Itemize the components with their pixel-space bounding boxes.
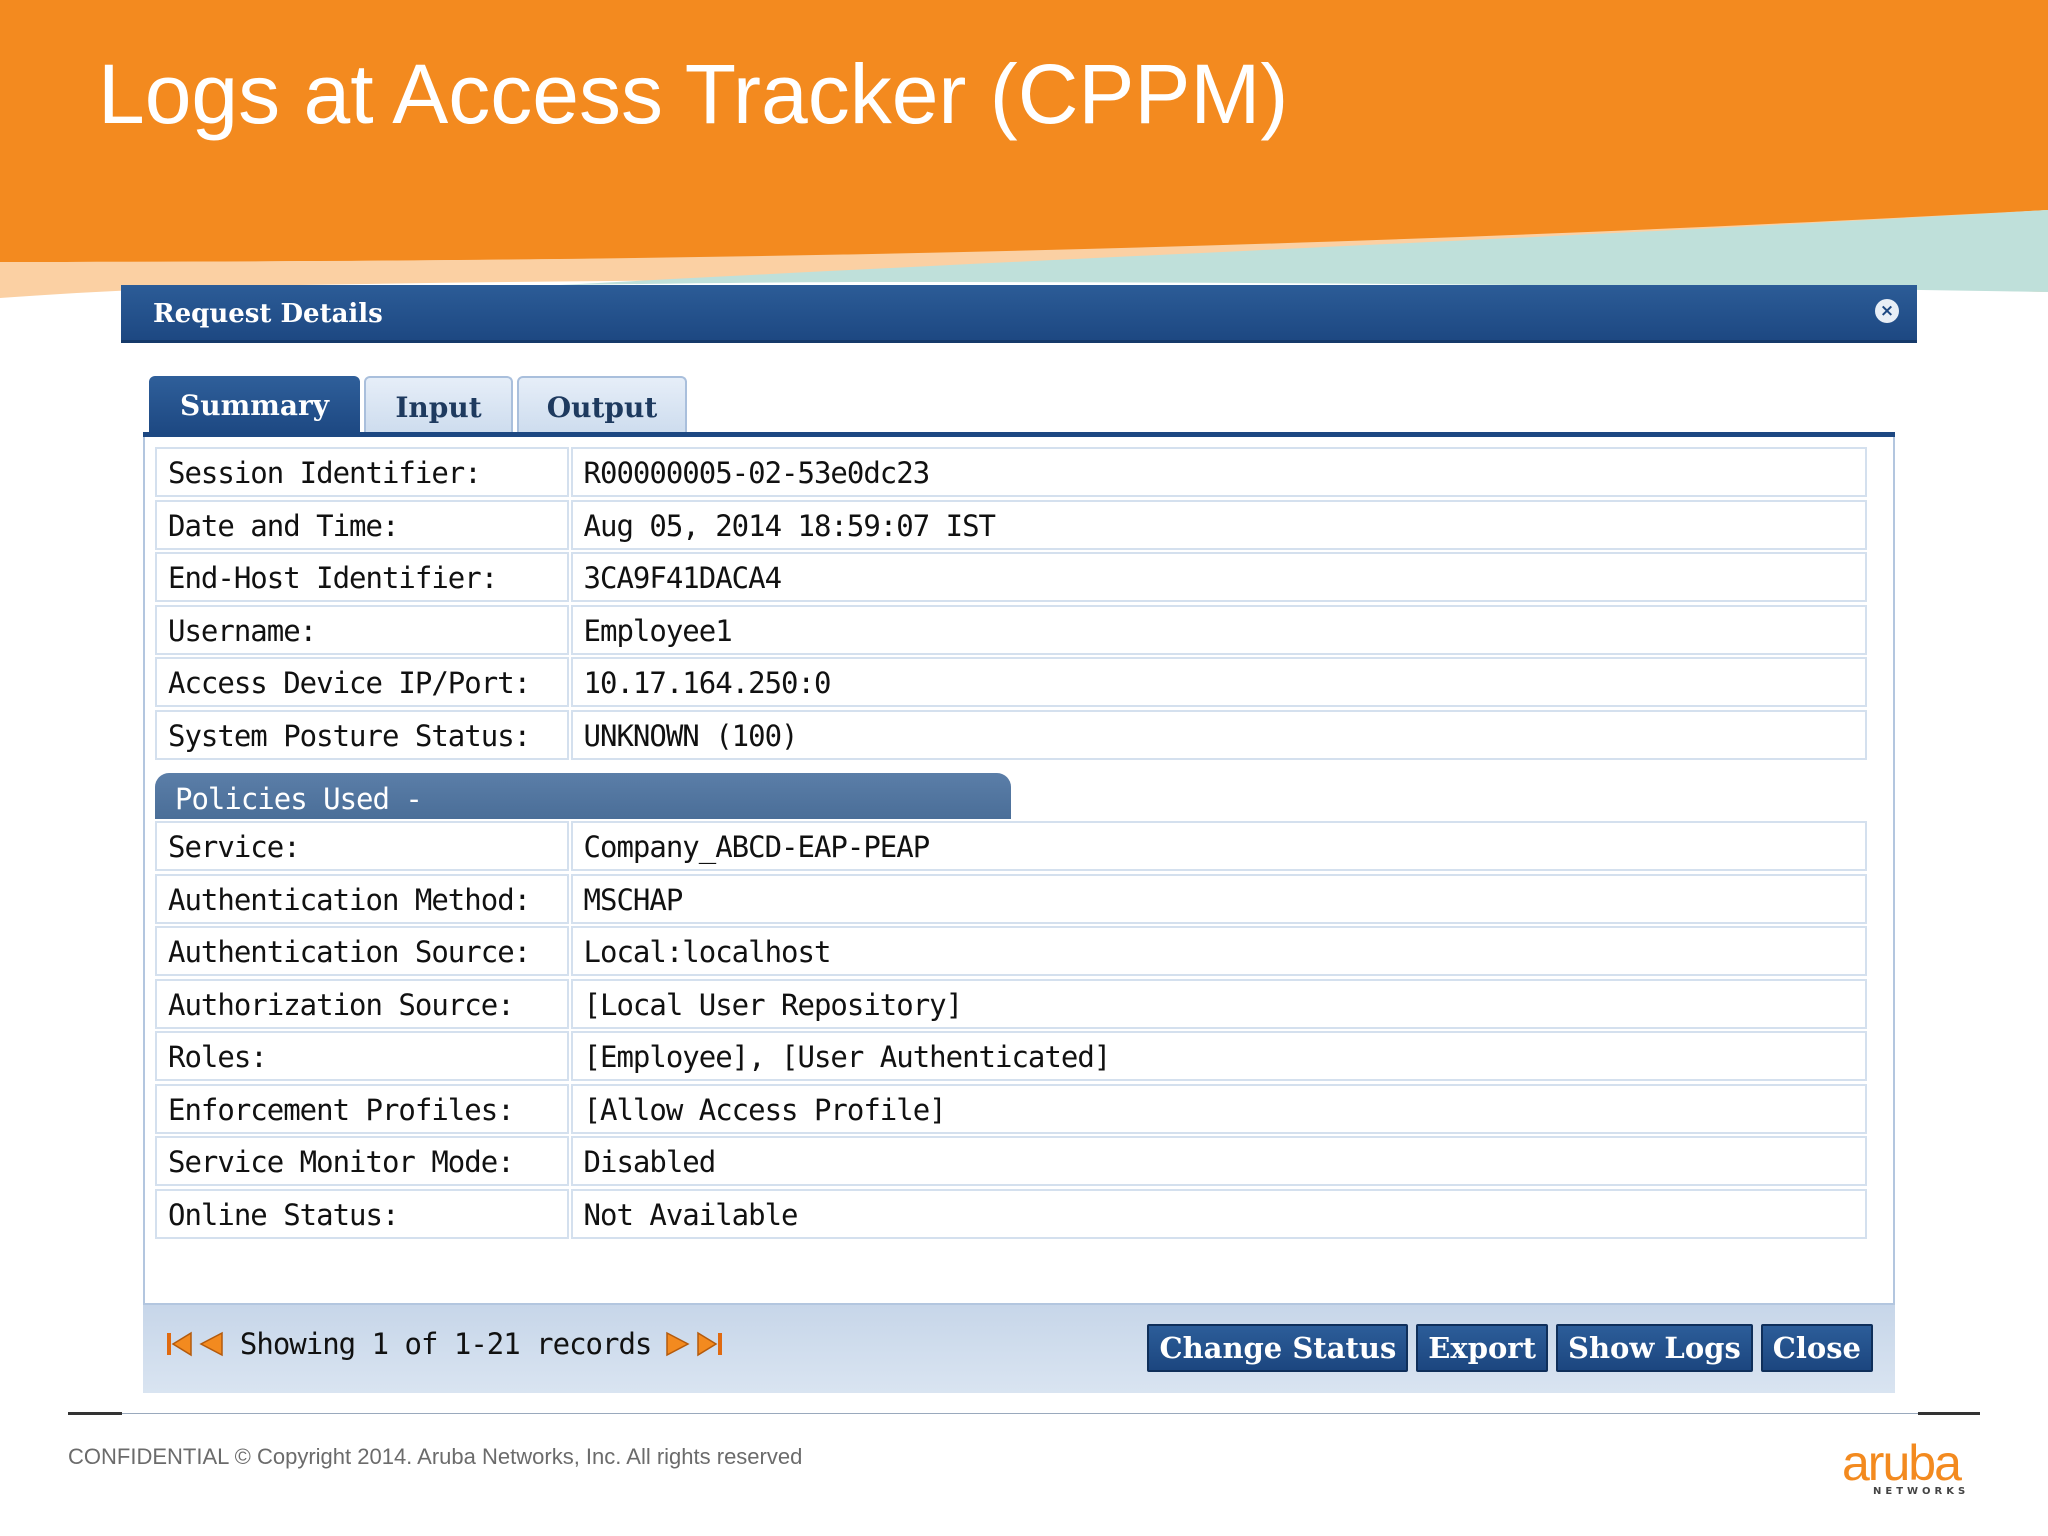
prev-page-icon[interactable] — [197, 1328, 225, 1360]
show-logs-button[interactable]: Show Logs — [1556, 1324, 1753, 1372]
row-value: Aug 05, 2014 18:59:07 IST — [570, 499, 1867, 550]
row-label: Access Device IP/Port: — [155, 657, 569, 707]
row-value: R00000005-02-53e0dc23 — [570, 447, 1867, 497]
change-status-button[interactable]: Change Status — [1147, 1324, 1409, 1372]
row-value: [Allow Access Profile] — [570, 1083, 1867, 1134]
details-panel: Session Identifier: R00000005-02-53e0dc2… — [143, 437, 1895, 1305]
row-label: Enforcement Profiles: — [155, 1083, 569, 1134]
pager: Showing 1 of 1-21 records — [165, 1327, 724, 1367]
table-row: System Posture Status: UNKNOWN (100) — [155, 709, 1867, 763]
logo-wordmark: aruba — [1842, 1435, 1962, 1491]
row-value: Not Available — [570, 1188, 1867, 1239]
table-row: Service: Company_ABCD-EAP-PEAP — [155, 821, 1867, 874]
tab-output[interactable]: Output — [517, 376, 687, 434]
row-label: Date and Time: — [155, 499, 569, 550]
first-page-icon[interactable] — [165, 1328, 193, 1360]
row-label: System Posture Status: — [155, 709, 569, 760]
close-button[interactable]: Close — [1760, 1324, 1873, 1372]
table-row: Date and Time: Aug 05, 2014 18:59:07 IST — [155, 499, 1867, 553]
slide-title: Logs at Access Tracker (CPPM) — [98, 47, 1289, 141]
row-value: 3CA9F41DACA4 — [570, 552, 1867, 602]
table-row: Session Identifier: R00000005-02-53e0dc2… — [155, 447, 1867, 500]
summary-table: Session Identifier: R00000005-02-53e0dc2… — [155, 447, 1867, 762]
row-value: UNKNOWN (100) — [570, 709, 1867, 760]
footer-rule — [122, 1413, 1918, 1414]
row-value: [Employee], [User Authenticated] — [570, 1031, 1867, 1081]
footer-rule — [68, 1412, 122, 1415]
row-label: End-Host Identifier: — [155, 552, 569, 602]
row-label: Session Identifier: — [155, 447, 569, 497]
dialog-footer: Showing 1 of 1-21 records Change Status E… — [143, 1305, 1895, 1393]
action-buttons: Change Status Export Show Logs Close — [1139, 1324, 1873, 1372]
row-value: 10.17.164.250:0 — [570, 657, 1867, 707]
policies-table: Service: Company_ABCD-EAP-PEAP Authentic… — [155, 821, 1867, 1241]
table-row: Service Monitor Mode: Disabled — [155, 1136, 1867, 1189]
logo-subtitle: NETWORKS — [1873, 1486, 1970, 1497]
row-label: Service Monitor Mode: — [155, 1136, 569, 1186]
aruba-logo: aruba NETWORKS — [1842, 1438, 1982, 1498]
table-row: Authentication Method: MSCHAP — [155, 873, 1867, 927]
row-label: Authentication Method: — [155, 873, 569, 924]
dialog-header: Request Details × — [121, 285, 1917, 343]
row-label: Authorization Source: — [155, 978, 569, 1029]
row-label: Authentication Source: — [155, 926, 569, 976]
next-page-icon[interactable] — [664, 1328, 692, 1360]
row-label: Service: — [155, 821, 569, 871]
tab-summary[interactable]: Summary — [149, 376, 360, 434]
close-icon[interactable]: × — [1875, 299, 1899, 323]
row-value: Company_ABCD-EAP-PEAP — [570, 821, 1867, 871]
tab-input[interactable]: Input — [364, 376, 513, 434]
footer-rule — [1918, 1412, 1980, 1415]
dialog-title: Request Details — [153, 299, 383, 329]
copyright-text: CONFIDENTIAL © Copyright 2014. Aruba Net… — [68, 1444, 803, 1469]
row-value: Employee1 — [570, 604, 1867, 655]
policies-used-heading[interactable]: Policies Used - — [155, 773, 1011, 819]
row-value: [Local User Repository] — [570, 978, 1867, 1029]
table-row: End-Host Identifier: 3CA9F41DACA4 — [155, 552, 1867, 605]
table-row: Authorization Source: [Local User Reposi… — [155, 978, 1867, 1032]
row-label: Username: — [155, 604, 569, 655]
pager-text: Showing 1 of 1-21 records — [239, 1327, 652, 1361]
table-row: Authentication Source: Local:localhost — [155, 926, 1867, 979]
table-row: Roles: [Employee], [User Authenticated] — [155, 1031, 1867, 1084]
table-row: Access Device IP/Port: 10.17.164.250:0 — [155, 657, 1867, 710]
row-value: Disabled — [570, 1136, 1867, 1186]
row-label: Roles: — [155, 1031, 569, 1081]
last-page-icon[interactable] — [696, 1328, 724, 1360]
row-label: Online Status: — [155, 1188, 569, 1239]
table-row: Online Status: Not Available — [155, 1188, 1867, 1242]
row-value: Local:localhost — [570, 926, 1867, 976]
table-row: Enforcement Profiles: [Allow Access Prof… — [155, 1083, 1867, 1137]
row-value: MSCHAP — [570, 873, 1867, 924]
table-row: Username: Employee1 — [155, 604, 1867, 658]
export-button[interactable]: Export — [1416, 1324, 1548, 1372]
